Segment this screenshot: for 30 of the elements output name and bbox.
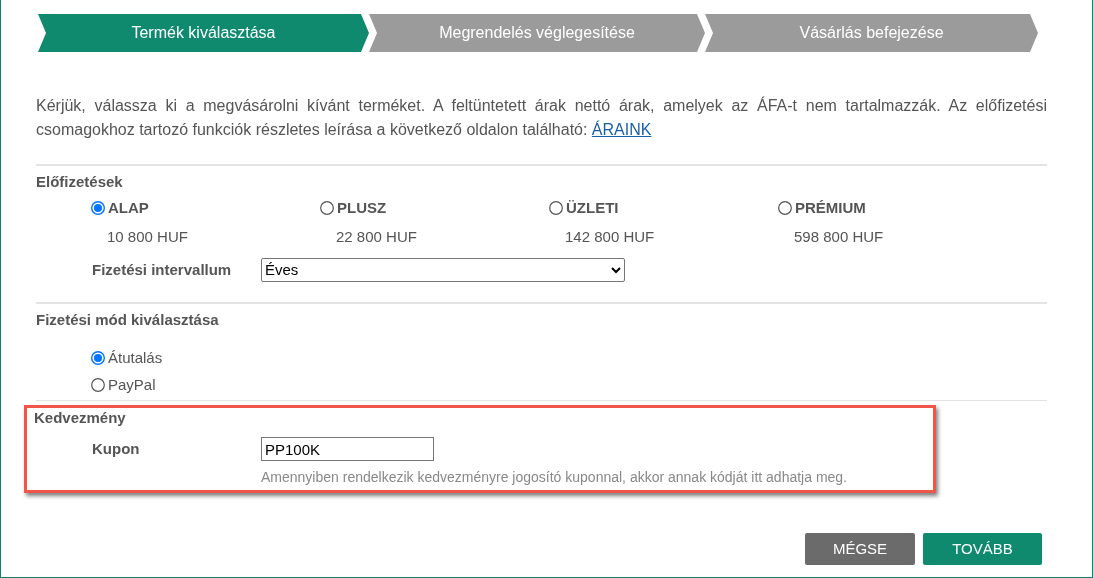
interval-select[interactable]: Éves [261,258,625,282]
payment-option[interactable]: Átutalás [108,347,163,370]
coupon-field[interactable]: PP100K [261,437,434,461]
plan-price: 142 800 HUF [565,226,656,247]
plan-name[interactable]: ÜZLETI [566,197,619,220]
section-heading: Előfizetések [36,172,123,192]
plan-name[interactable]: PRÉMIUM [795,197,866,220]
radio-button[interactable] [778,201,792,216]
radio-button[interactable] [91,201,105,216]
next-button[interactable]: TOVÁBB [923,533,1042,565]
intro-text: Kérjük, válassza ki a megvásárolni kívánt terméket. A feltüntetett árak nettó árak, amelyek az ÁFA-t nem tartalmazzák. Az előfizetési csomagokhoz tartozó funkciók részletes leírása a következő oldalon található: ÁRAINK [36,95,1047,140]
radio-button[interactable] [549,201,563,216]
plan-price: 10 800 HUF [107,226,189,247]
plan-price: 598 800 HUF [794,226,885,247]
chevron-down-icon [611,266,621,274]
cancel-button[interactable]: MÉGSE [805,533,915,565]
radio-button[interactable] [91,351,105,366]
araink-link[interactable]: ÁRAINK [591,121,652,138]
radio-button[interactable] [320,201,334,216]
field-label: Fizetési intervallum [92,259,233,280]
hint-text: Amennyiben rendelkezik kedvezményre jogosító kuponnal, akkor annak kódját itt adhatja meg. [261,468,847,487]
section-heading: Kedvezmény [34,408,126,428]
section-heading: Fizetési mód kiválasztása [36,310,219,330]
plan-name[interactable]: PLUSZ [337,197,387,220]
radio-button[interactable] [91,377,105,392]
payment-option[interactable]: PayPal [108,373,156,396]
field-label: Kupon [92,438,141,459]
plan-price: 22 800 HUF [336,226,418,247]
step-tab[interactable]: Termék kiválasztása [38,14,369,52]
plan-name[interactable]: ALAP [108,197,149,220]
